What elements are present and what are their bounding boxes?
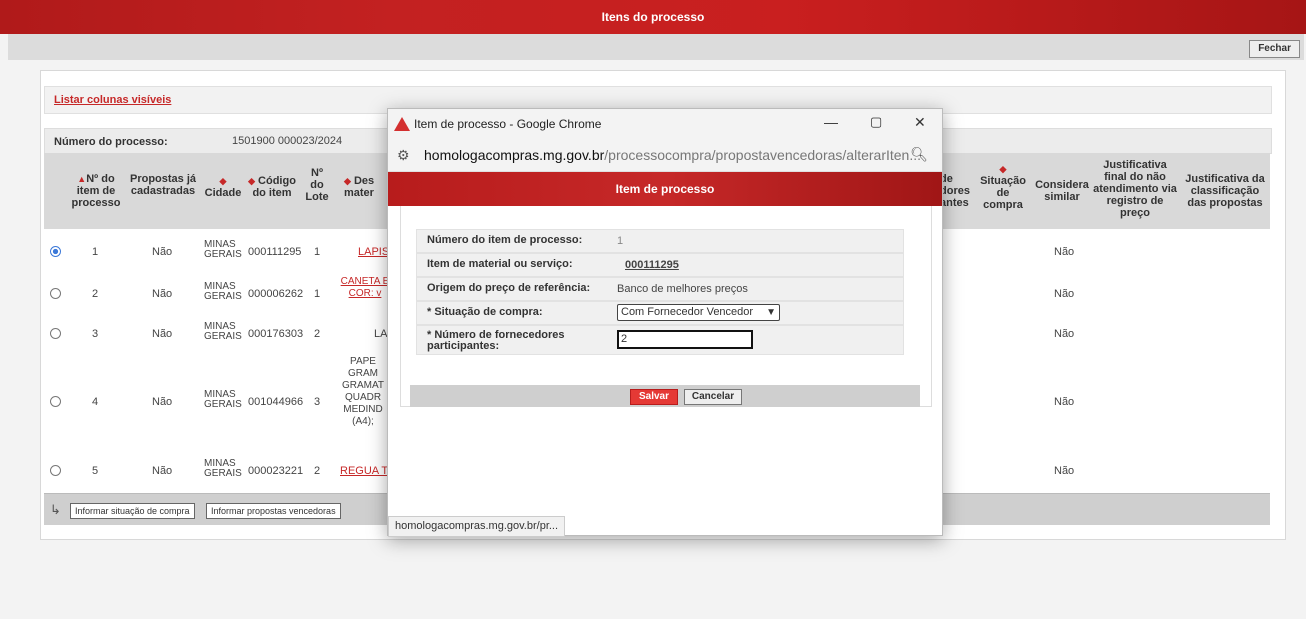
col-propostas-header: Propostas já cadastradas xyxy=(129,173,197,197)
process-number-value: 1501900 000023/2024 xyxy=(232,135,343,147)
col-item-header[interactable]: ▲Nº do item de processo xyxy=(68,173,124,209)
zoom-icon[interactable]: 🔍︎ xyxy=(910,146,928,163)
item-desc-link[interactable]: REGUA T xyxy=(340,465,388,477)
sort-icon: ◆ xyxy=(344,176,351,186)
col-justificativa-final-header: Justificativa final do não atendimento v… xyxy=(1093,159,1177,219)
col-situacao-header[interactable]: ◆ Situação de compra xyxy=(978,163,1028,211)
sort-up-icon: ▲ xyxy=(77,174,87,184)
cancel-button[interactable]: Cancelar xyxy=(684,389,742,405)
popup-url[interactable]: homologacompras.mg.gov.br/processocompra… xyxy=(424,147,921,163)
form-row-situacao: * Situação de compra: Com Fornecedor Ven… xyxy=(416,301,904,325)
row-select-radio[interactable] xyxy=(50,465,61,476)
form-row-fornecedores: * Número de fornecedores participantes: 2 xyxy=(416,325,904,355)
col-codigo-header[interactable]: ◆ Código do item xyxy=(244,175,300,199)
popup-window: Item de processo - Google Chrome — ▢ ✕ ⚙… xyxy=(387,108,943,537)
col-desc-header[interactable]: ◆ Des mater xyxy=(344,175,390,199)
situacao-select[interactable]: Com Fornecedor Vencedor ▼ xyxy=(617,304,780,321)
maximize-icon[interactable]: ▢ xyxy=(870,114,882,130)
status-url-bubble: homologacompras.mg.gov.br/pr... xyxy=(388,516,566,537)
close-button[interactable]: Fechar xyxy=(1249,40,1300,58)
minimize-icon[interactable]: — xyxy=(824,114,838,130)
site-settings-icon[interactable]: ⚙ xyxy=(397,147,410,164)
close-icon[interactable]: ✕ xyxy=(914,114,926,131)
toolbar xyxy=(8,34,1304,60)
row-select-radio[interactable] xyxy=(50,328,61,339)
process-number-label: Número do processo: xyxy=(54,136,168,148)
sort-icon: ◆ xyxy=(248,176,255,186)
popup-header: Item de processo xyxy=(388,172,942,206)
chevron-down-icon: ▼ xyxy=(766,307,776,318)
popup-address-bar[interactable]: ⚙ homologacompras.mg.gov.br/processocomp… xyxy=(388,139,942,172)
sort-icon: ◆ xyxy=(219,176,227,186)
page-title: Itens do processo xyxy=(601,10,705,24)
corner-arrow-icon: ↳ xyxy=(50,502,61,517)
inform-situation-button[interactable]: Informar situação de compra xyxy=(70,503,195,519)
fornecedores-input[interactable]: 2 xyxy=(617,330,753,349)
app-logo-icon xyxy=(394,117,410,131)
popup-window-title: Item de processo - Google Chrome xyxy=(414,117,602,131)
material-link[interactable]: 000111295 xyxy=(625,259,679,271)
sort-icon: ◆ xyxy=(999,164,1007,174)
col-considera-header: Considera similar xyxy=(1035,179,1089,203)
page-title-bar: Itens do processo xyxy=(0,0,1306,34)
row-select-radio[interactable] xyxy=(50,288,61,299)
col-justificativa-class-header: Justificativa da classificação das propo… xyxy=(1185,173,1265,209)
col-lote-header: Nº do Lote xyxy=(305,167,329,203)
inform-winning-proposals-button[interactable]: Informar propostas vencedoras xyxy=(206,503,341,519)
form-row-numero: Número do item de processo: 1 xyxy=(416,229,904,253)
item-desc: PAPE GRAM GRAMAT QUADR MEDIND (A4); xyxy=(341,356,385,427)
col-cidade-header[interactable]: ◆ Cidade xyxy=(202,175,244,199)
col-fornecedores-header: de dores antes xyxy=(940,173,970,209)
popup-button-bar: Salvar Cancelar xyxy=(410,385,920,407)
row-select-radio[interactable] xyxy=(50,396,61,407)
item-desc-link[interactable]: LAPIS xyxy=(358,246,389,258)
list-visible-columns-link[interactable]: Listar colunas visíveis xyxy=(54,94,171,106)
row-select-radio[interactable] xyxy=(50,246,61,257)
save-button[interactable]: Salvar xyxy=(630,389,678,405)
item-desc-link[interactable]: CANETA E COR: v xyxy=(340,276,390,300)
item-desc: LA xyxy=(374,328,388,340)
popup-titlebar: Item de processo - Google Chrome — ▢ ✕ xyxy=(388,109,942,139)
form-row-material: Item de material ou serviço: 000111295 xyxy=(416,253,904,277)
form-row-origem: Origem do preço de referência: Banco de … xyxy=(416,277,904,301)
